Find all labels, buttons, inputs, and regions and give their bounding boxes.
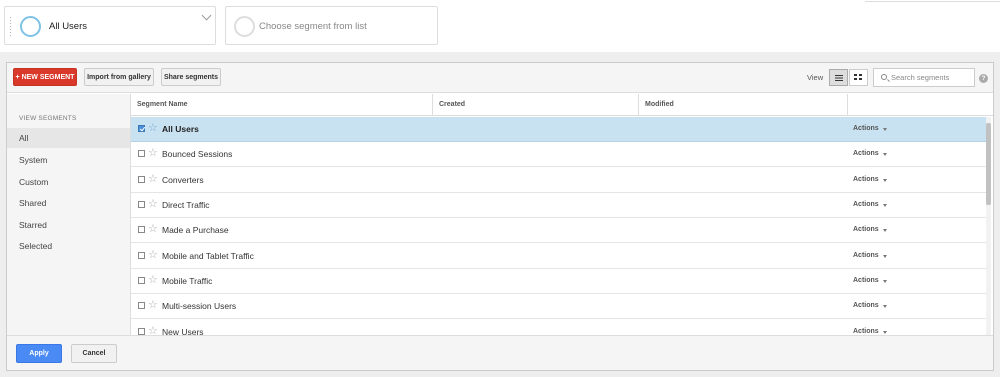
column-header-modified[interactable]: Modified: [639, 94, 848, 116]
active-segment-card[interactable]: All Users: [4, 6, 216, 45]
header-divider: [865, 0, 1000, 2]
actions-dropdown[interactable]: Actions: [853, 176, 879, 183]
segment-ring-icon: [20, 16, 41, 37]
star-icon[interactable]: ☆: [148, 122, 158, 135]
cancel-button[interactable]: Cancel: [71, 344, 117, 363]
segment-name: Converters: [162, 175, 204, 185]
star-icon[interactable]: ☆: [148, 299, 158, 312]
sidebar-item-all[interactable]: All: [7, 128, 130, 148]
list-view-button[interactable]: [829, 69, 848, 86]
share-segments-button[interactable]: Share segments: [161, 68, 221, 86]
segment-panel: + NEW SEGMENT Import from gallery Share …: [6, 62, 994, 371]
new-segment-button[interactable]: + NEW SEGMENT: [13, 68, 77, 86]
sidebar-item-system[interactable]: System: [7, 150, 130, 170]
segment-name: Mobile Traffic: [162, 276, 213, 286]
import-from-gallery-button[interactable]: Import from gallery: [84, 68, 154, 86]
table-row[interactable]: ☆ Direct Traffic Actions: [131, 193, 986, 218]
column-header-created[interactable]: Created: [433, 94, 639, 116]
star-icon[interactable]: ☆: [148, 249, 158, 262]
table-row[interactable]: ☆ All Users Actions: [131, 117, 986, 142]
segment-name: Multi-session Users: [162, 301, 237, 311]
caret-down-icon[interactable]: [883, 229, 887, 232]
caret-down-icon[interactable]: [883, 305, 887, 308]
actions-dropdown[interactable]: Actions: [853, 328, 879, 335]
panel-toolbar: + NEW SEGMENT Import from gallery Share …: [7, 63, 993, 93]
row-checkbox[interactable]: [138, 302, 145, 309]
row-checkbox[interactable]: [138, 277, 145, 284]
sidebar: VIEW SEGMENTS All System Custom Shared S…: [7, 94, 131, 335]
segment-name: Direct Traffic: [162, 200, 210, 210]
sidebar-item-shared[interactable]: Shared: [7, 193, 130, 213]
search-icon: [881, 74, 887, 80]
segment-name: Made a Purchase: [162, 225, 229, 235]
column-header-name[interactable]: Segment Name: [131, 94, 433, 116]
caret-down-icon[interactable]: [883, 255, 887, 258]
empty-slot-placeholder: Choose segment from list: [259, 21, 367, 32]
segment-name: New Users: [162, 327, 204, 335]
table-header: Segment Name Created Modified: [131, 94, 993, 116]
search-input[interactable]: [891, 71, 971, 84]
table-row[interactable]: ☆ Multi-session Users Actions: [131, 294, 986, 319]
scrollbar-thumb[interactable]: [986, 123, 991, 205]
row-checkbox[interactable]: [138, 328, 145, 335]
segment-bar: All Users Choose segment from list: [0, 0, 1000, 52]
table-row[interactable]: ☆ New Users Actions: [131, 320, 986, 335]
star-icon[interactable]: ☆: [148, 325, 158, 335]
star-icon[interactable]: ☆: [148, 198, 158, 211]
drag-handle-icon[interactable]: [9, 16, 12, 38]
chevron-down-icon[interactable]: [201, 10, 212, 21]
segment-name: Mobile and Tablet Traffic: [162, 251, 254, 261]
table-row[interactable]: ☆ Mobile and Tablet Traffic Actions: [131, 244, 986, 269]
table-row[interactable]: ☆ Converters Actions: [131, 168, 986, 193]
actions-dropdown[interactable]: Actions: [853, 150, 879, 157]
star-icon[interactable]: ☆: [148, 223, 158, 236]
apply-button[interactable]: Apply: [16, 344, 62, 363]
caret-down-icon[interactable]: [883, 179, 887, 182]
segment-name: All Users: [162, 124, 199, 134]
caret-down-icon[interactable]: [883, 128, 887, 131]
row-checkbox[interactable]: [138, 226, 145, 233]
star-icon[interactable]: ☆: [148, 173, 158, 186]
caret-down-icon[interactable]: [883, 204, 887, 207]
sidebar-item-selected[interactable]: Selected: [7, 236, 130, 256]
row-checkbox[interactable]: [138, 252, 145, 259]
caret-down-icon[interactable]: [883, 153, 887, 156]
actions-dropdown[interactable]: Actions: [853, 226, 879, 233]
table-row[interactable]: ☆ Made a Purchase Actions: [131, 218, 986, 243]
segment-table: Segment Name Created Modified ☆ All User…: [131, 94, 993, 335]
row-checkbox[interactable]: [138, 201, 145, 208]
sidebar-header: VIEW SEGMENTS: [19, 115, 77, 122]
grid-view-button[interactable]: [849, 69, 868, 86]
empty-segment-slot[interactable]: Choose segment from list: [225, 6, 438, 45]
panel-footer: Apply Cancel: [7, 335, 993, 370]
table-scrollbar[interactable]: [986, 117, 991, 338]
star-icon[interactable]: ☆: [148, 274, 158, 287]
actions-dropdown[interactable]: Actions: [853, 277, 879, 284]
row-checkbox[interactable]: [138, 176, 145, 183]
empty-ring-icon: [234, 16, 255, 37]
list-icon: [835, 75, 843, 81]
caret-down-icon[interactable]: [883, 280, 887, 283]
view-label: View: [807, 73, 824, 82]
table-row[interactable]: ☆ Bounced Sessions Actions: [131, 142, 986, 167]
active-segment-title: All Users: [49, 21, 88, 32]
sidebar-item-starred[interactable]: Starred: [7, 215, 130, 235]
actions-dropdown[interactable]: Actions: [853, 252, 879, 259]
segment-name: Bounced Sessions: [162, 149, 233, 159]
actions-dropdown[interactable]: Actions: [853, 125, 879, 132]
help-icon[interactable]: ?: [979, 74, 988, 83]
sidebar-item-custom[interactable]: Custom: [7, 172, 130, 192]
caret-down-icon[interactable]: [883, 331, 887, 334]
actions-dropdown[interactable]: Actions: [853, 201, 879, 208]
star-icon[interactable]: ☆: [148, 147, 158, 160]
search-box: [873, 68, 975, 87]
actions-dropdown[interactable]: Actions: [853, 302, 879, 309]
row-checkbox[interactable]: [138, 125, 145, 132]
row-checkbox[interactable]: [138, 150, 145, 157]
table-row[interactable]: ☆ Mobile Traffic Actions: [131, 269, 986, 294]
